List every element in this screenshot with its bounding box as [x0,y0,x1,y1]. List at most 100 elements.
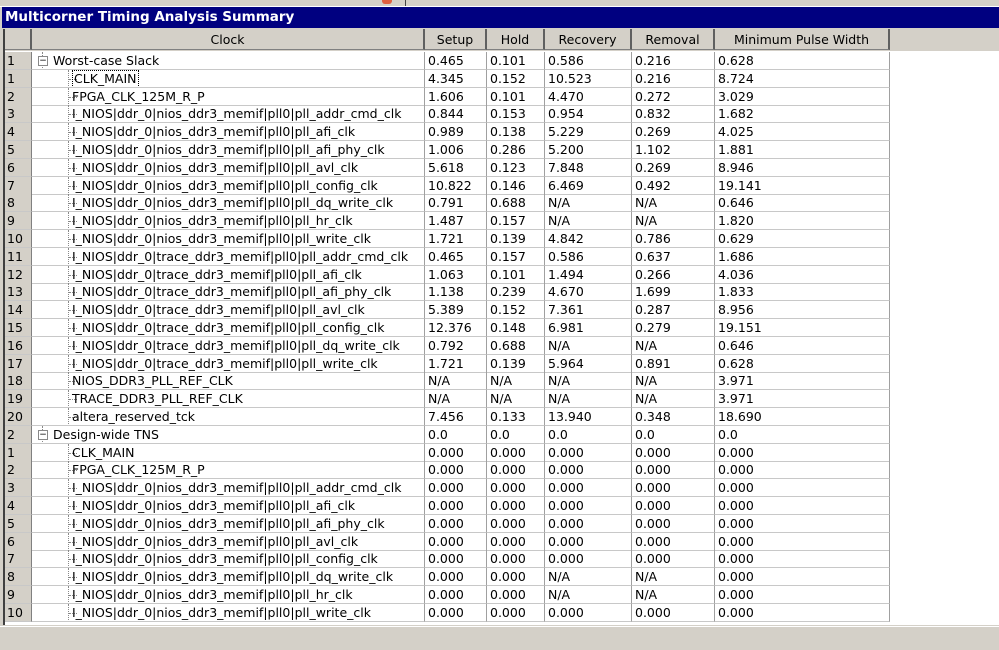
table-row[interactable]: 1 CLK_MAIN 4.345 0.152 10.523 0.216 8.724 [5,69,892,88]
table-row[interactable]: 10 I_NIOS|ddr_0|nios_ddr3_memif|pll0|pll_… [5,603,892,622]
table-row[interactable]: 6 I_NIOS|ddr_0|nios_ddr3_memif|pll0|pll_a… [5,158,892,177]
clock-cell[interactable]: I_NIOS|ddr_0|nios_ddr3_memif|pll0|pll_af… [32,141,425,159]
clock-cell[interactable]: I_NIOS|ddr_0|nios_ddr3_memif|pll0|pll_wr… [32,230,425,248]
table-row[interactable]: 14 I_NIOS|ddr_0|trace_ddr3_memif|pll0|pll… [5,301,892,320]
table-row[interactable]: 8 I_NIOS|ddr_0|nios_ddr3_memif|pll0|pll_d… [5,194,892,213]
min-pulse-width-cell: 0.646 [715,194,890,213]
clock-cell[interactable]: CLK_MAIN [32,443,425,462]
clock-name: I_NIOS|ddr_0|nios_ddr3_memif|pll0|pll_co… [72,177,378,193]
clock-cell[interactable]: CLK_MAIN [32,69,425,88]
clock-name: I_NIOS|ddr_0|trace_ddr3_memif|pll0|pll_a… [72,248,409,264]
clock-cell[interactable]: I_NIOS|ddr_0|nios_ddr3_memif|pll0|pll_dq… [32,194,425,213]
collapse-icon[interactable]: − [38,429,48,440]
min-pulse-width-cell: 1.686 [715,247,890,266]
recovery-cell: 4.470 [545,87,632,106]
min-pulse-width-cell: 0.628 [715,52,890,70]
setup-cell: N/A [425,372,487,391]
clock-cell[interactable]: I_NIOS|ddr_0|trace_ddr3_memif|pll0|pll_a… [32,265,425,284]
clock-cell[interactable]: I_NIOS|ddr_0|nios_ddr3_memif|pll0|pll_co… [32,176,425,195]
table-row[interactable]: 3 I_NIOS|ddr_0|nios_ddr3_memif|pll0|pll_a… [5,105,892,124]
column-header-hold[interactable]: Hold [487,29,545,50]
table-row[interactable]: 10 I_NIOS|ddr_0|nios_ddr3_memif|pll0|pll_… [5,230,892,248]
clock-cell[interactable]: FPGA_CLK_125M_R_P [32,87,425,106]
table-row[interactable]: 19 TRACE_DDR3_PLL_REF_CLK N/A N/A N/A N/A 3.97… [5,390,892,409]
table-row[interactable]: 4 I_NIOS|ddr_0|nios_ddr3_memif|pll0|pll_a… [5,123,892,142]
setup-cell: 0.000 [425,532,487,551]
setup-cell: 0.465 [425,247,487,266]
clock-name: I_NIOS|ddr_0|nios_ddr3_memif|pll0|pll_wr… [72,604,371,620]
table-row[interactable]: 7 I_NIOS|ddr_0|nios_ddr3_memif|pll0|pll_c… [5,550,892,569]
row-number-cell: 4 [5,497,32,515]
setup-cell: 4.345 [425,69,487,88]
table-row[interactable]: 2 FPGA_CLK_125M_R_P 0.000 0.000 0.000 0.000 0.… [5,461,892,480]
clock-cell[interactable]: I_NIOS|ddr_0|trace_ddr3_memif|pll0|pll_d… [32,336,425,355]
clock-cell[interactable]: I_NIOS|ddr_0|nios_ddr3_memif|pll0|pll_af… [32,497,425,515]
table-row[interactable]: 2 FPGA_CLK_125M_R_P 1.606 0.101 4.470 0.272 3.… [5,87,892,106]
removal-cell: 0.637 [632,247,715,266]
table-row[interactable]: 11 I_NIOS|ddr_0|trace_ddr3_memif|pll0|pll… [5,247,892,266]
clock-cell[interactable]: − Design-wide TNS [32,425,425,444]
clock-cell[interactable]: altera_reserved_tck [32,408,425,426]
table-row[interactable]: 6 I_NIOS|ddr_0|nios_ddr3_memif|pll0|pll_a… [5,532,892,551]
min-pulse-width-cell: 0.000 [715,479,890,498]
collapse-icon[interactable]: − [38,56,48,66]
setup-cell: 0.791 [425,194,487,213]
clock-cell[interactable]: I_NIOS|ddr_0|trace_ddr3_memif|pll0|pll_a… [32,247,425,266]
clock-cell[interactable]: I_NIOS|ddr_0|nios_ddr3_memif|pll0|pll_ad… [32,479,425,498]
min-pulse-width-cell: 8.956 [715,301,890,320]
table-row[interactable]: 16 I_NIOS|ddr_0|trace_ddr3_memif|pll0|pll… [5,336,892,355]
table-row[interactable]: 17 I_NIOS|ddr_0|trace_ddr3_memif|pll0|pll… [5,354,892,373]
column-header-clock[interactable]: Clock [32,29,425,50]
removal-cell: 1.102 [632,141,715,159]
clock-cell[interactable]: I_NIOS|ddr_0|nios_ddr3_memif|pll0|pll_hr… [32,212,425,231]
clock-cell[interactable]: I_NIOS|ddr_0|nios_ddr3_memif|pll0|pll_av… [32,532,425,551]
table-row[interactable]: 9 I_NIOS|ddr_0|nios_ddr3_memif|pll0|pll_h… [5,212,892,231]
clock-cell[interactable]: − Worst-case Slack [32,52,425,70]
table-row[interactable]: 1 CLK_MAIN 0.000 0.000 0.000 0.000 0.000 [5,443,892,462]
removal-cell: 0.000 [632,479,715,498]
column-header-setup[interactable]: Setup [425,29,487,50]
table-row[interactable]: 15 I_NIOS|ddr_0|trace_ddr3_memif|pll0|pll… [5,319,892,337]
table-row[interactable]: 12 I_NIOS|ddr_0|trace_ddr3_memif|pll0|pll… [5,265,892,284]
table-row[interactable]: 7 I_NIOS|ddr_0|nios_ddr3_memif|pll0|pll_c… [5,176,892,195]
group-row[interactable]: 1− Worst-case Slack 0.465 0.101 0.586 0.216 0.… [5,52,892,70]
min-pulse-width-cell: 1.833 [715,283,890,302]
clock-cell[interactable]: I_NIOS|ddr_0|trace_ddr3_memif|pll0|pll_a… [32,301,425,320]
clock-cell[interactable]: FPGA_CLK_125M_R_P [32,461,425,480]
setup-cell: 1.138 [425,283,487,302]
clock-cell[interactable]: I_NIOS|ddr_0|nios_ddr3_memif|pll0|pll_wr… [32,603,425,622]
table-row[interactable]: 13 I_NIOS|ddr_0|trace_ddr3_memif|pll0|pll… [5,283,892,302]
row-number-cell: 2 [5,425,32,444]
column-header-row-number[interactable] [5,29,32,50]
min-pulse-width-cell: 0.000 [715,497,890,515]
clock-cell[interactable]: TRACE_DDR3_PLL_REF_CLK [32,390,425,409]
column-header-recovery[interactable]: Recovery [545,29,632,50]
table-row[interactable]: 5 I_NIOS|ddr_0|nios_ddr3_memif|pll0|pll_a… [5,141,892,159]
column-header-removal[interactable]: Removal [632,29,715,50]
clock-cell[interactable]: I_NIOS|ddr_0|nios_ddr3_memif|pll0|pll_av… [32,158,425,177]
clock-name: I_NIOS|ddr_0|trace_ddr3_memif|pll0|pll_a… [72,302,365,318]
table-row[interactable]: 9 I_NIOS|ddr_0|nios_ddr3_memif|pll0|pll_h… [5,586,892,604]
table-row[interactable]: 18 NIOS_DDR3_PLL_REF_CLK N/A N/A N/A N/A 3.971 [5,372,892,391]
clock-cell[interactable]: I_NIOS|ddr_0|nios_ddr3_memif|pll0|pll_ad… [32,105,425,124]
hold-cell: 0.152 [487,69,545,88]
close-tab-icon[interactable] [382,0,392,4]
table-row[interactable]: 3 I_NIOS|ddr_0|nios_ddr3_memif|pll0|pll_a… [5,479,892,498]
window-title: Multicorner Timing Analysis Summary [2,7,999,28]
table-row[interactable]: 5 I_NIOS|ddr_0|nios_ddr3_memif|pll0|pll_a… [5,514,892,533]
clock-cell[interactable]: I_NIOS|ddr_0|trace_ddr3_memif|pll0|pll_a… [32,283,425,302]
clock-cell[interactable]: I_NIOS|ddr_0|nios_ddr3_memif|pll0|pll_af… [32,123,425,142]
min-pulse-width-cell: 0.0 [715,425,890,444]
clock-cell[interactable]: I_NIOS|ddr_0|nios_ddr3_memif|pll0|pll_hr… [32,586,425,604]
clock-cell[interactable]: I_NIOS|ddr_0|nios_ddr3_memif|pll0|pll_dq… [32,568,425,587]
table-row[interactable]: 20 altera_reserved_tck 7.456 0.133 13.940 0.3… [5,408,892,426]
clock-cell[interactable]: I_NIOS|ddr_0|trace_ddr3_memif|pll0|pll_w… [32,354,425,373]
table-row[interactable]: 4 I_NIOS|ddr_0|nios_ddr3_memif|pll0|pll_a… [5,497,892,515]
clock-cell[interactable]: I_NIOS|ddr_0|nios_ddr3_memif|pll0|pll_co… [32,550,425,569]
group-row[interactable]: 2− Design-wide TNS 0.0 0.0 0.0 0.0 0.0 [5,425,892,444]
clock-cell[interactable]: I_NIOS|ddr_0|nios_ddr3_memif|pll0|pll_af… [32,514,425,533]
column-header-min-pulse-width[interactable]: Minimum Pulse Width [715,29,890,50]
table-row[interactable]: 8 I_NIOS|ddr_0|nios_ddr3_memif|pll0|pll_d… [5,568,892,587]
clock-cell[interactable]: NIOS_DDR3_PLL_REF_CLK [32,372,425,391]
clock-cell[interactable]: I_NIOS|ddr_0|trace_ddr3_memif|pll0|pll_c… [32,319,425,337]
